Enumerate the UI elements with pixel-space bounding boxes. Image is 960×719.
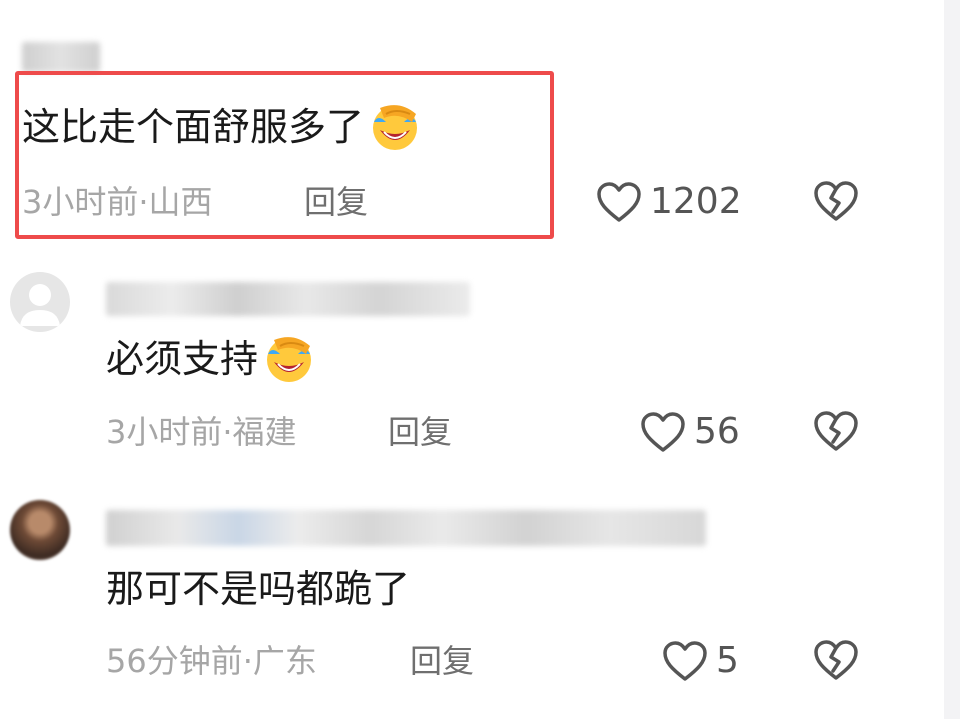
comment-text-content: 必须支持: [106, 337, 259, 381]
heart-outline-icon: [663, 641, 707, 681]
username-blurred[interactable]: [22, 42, 100, 72]
like-count: 5: [716, 640, 739, 681]
reply-button[interactable]: 回复: [388, 412, 452, 452]
comment-text: 那可不是吗都跪了: [106, 566, 410, 612]
default-user-icon: [20, 284, 60, 326]
scrollbar-track[interactable]: [944, 0, 960, 719]
comment-time-location: 56分钟前·广东: [106, 642, 317, 680]
like-button[interactable]: 1202: [596, 180, 742, 224]
broken-heart-icon: [814, 411, 858, 451]
like-count: 1202: [650, 181, 742, 222]
dislike-button[interactable]: [813, 639, 859, 681]
like-count: 56: [694, 411, 740, 452]
username-blurred[interactable]: [106, 282, 470, 316]
heart-outline-icon: [641, 412, 685, 452]
avatar[interactable]: [10, 500, 70, 560]
comment-text-content: 那可不是吗都跪了: [106, 567, 411, 611]
dislike-button[interactable]: [813, 180, 859, 222]
username-blurred[interactable]: [106, 510, 706, 546]
highlight-annotation-box: [15, 71, 554, 239]
reply-button[interactable]: 回复: [410, 641, 474, 681]
like-button[interactable]: 56: [640, 410, 740, 454]
like-button[interactable]: 5: [662, 639, 739, 683]
avatar[interactable]: [10, 272, 70, 332]
heart-outline-icon: [597, 182, 641, 222]
broken-heart-icon: [814, 640, 858, 680]
dislike-button[interactable]: [813, 410, 859, 452]
face-palm-laughing-emoji: [267, 336, 312, 382]
comment-time-location: 3小时前·福建: [106, 413, 297, 451]
broken-heart-icon: [814, 181, 858, 221]
comment-text: 必须支持: [106, 336, 318, 384]
